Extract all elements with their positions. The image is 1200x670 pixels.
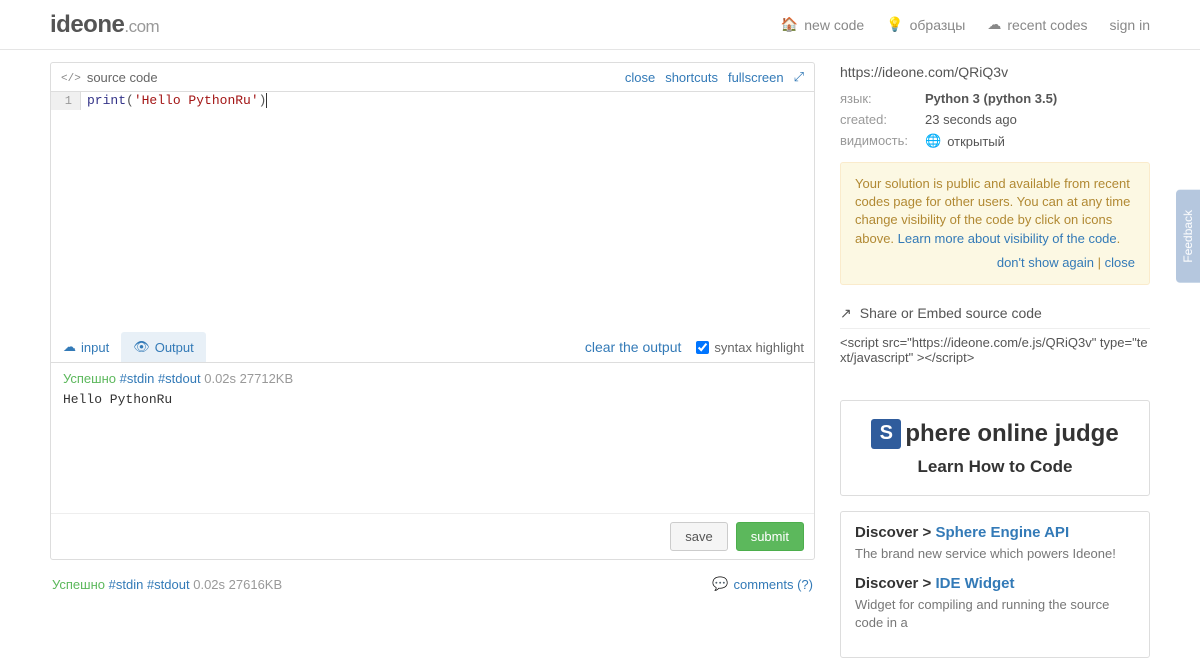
discover-text: The brand new service which powers Ideon…: [855, 545, 1135, 563]
comment-icon: 💬: [712, 576, 728, 592]
home-icon: 🏠: [781, 16, 798, 33]
stdout-link[interactable]: #stdout: [158, 371, 201, 386]
nav-label: образцы: [910, 17, 966, 33]
source-code-panel: source code close shortcuts fullscreen ⤢…: [50, 62, 815, 560]
learn-more-link[interactable]: Learn more about visibility of the code: [898, 231, 1117, 246]
stdin-link[interactable]: #stdin: [109, 577, 144, 592]
clear-output-link[interactable]: clear the output: [585, 339, 682, 355]
nav-label: sign in: [1110, 17, 1150, 33]
status-success: Успешно: [63, 371, 116, 386]
code-icon: [61, 69, 81, 85]
close-notice-link[interactable]: close: [1105, 255, 1135, 270]
status-success: Успешно: [52, 577, 105, 592]
status-meta: 0.02s 27712KB: [204, 371, 293, 386]
fullscreen-link[interactable]: fullscreen: [728, 70, 784, 85]
panel-title: source code: [87, 70, 158, 85]
meta-val-created: 23 seconds ago: [925, 112, 1017, 127]
summary-line: Успешно #stdin #stdout 0.02s 27616KB 💬 c…: [50, 572, 815, 596]
save-button[interactable]: save: [670, 522, 727, 551]
checkbox-label: syntax highlight: [714, 340, 804, 355]
globe-icon: 🌐: [925, 133, 941, 149]
spoj-s-icon: S: [871, 419, 901, 449]
meta-label-lang: язык:: [840, 91, 925, 106]
cloud-icon: ☁: [987, 16, 1001, 33]
nav: 🏠 new code 💡 образцы ☁ recent codes sign…: [781, 16, 1150, 33]
tab-label: input: [81, 340, 109, 355]
actions: save submit: [51, 513, 814, 559]
logo-main: ideone: [50, 11, 124, 38]
nav-new-code[interactable]: 🏠 new code: [781, 16, 864, 33]
stdout-link[interactable]: #stdout: [147, 577, 190, 592]
logo[interactable]: ideone.com: [50, 11, 159, 39]
meta-val-lang: Python 3 (python 3.5): [925, 91, 1057, 106]
tab-output[interactable]: 👁 Output: [121, 332, 206, 362]
output-text: Hello PythonRu: [63, 392, 802, 407]
cloud-icon: ☁: [63, 339, 76, 355]
share-title: Share or Embed source code: [860, 305, 1042, 321]
meta-label-visibility: видимость:: [840, 133, 925, 149]
share-icon: ↗: [840, 305, 852, 322]
status-meta: 0.02s 27616KB: [193, 577, 282, 592]
syntax-highlight-toggle[interactable]: syntax highlight: [696, 340, 804, 355]
line-number: 1: [51, 92, 81, 110]
discover-prefix: Discover >: [855, 575, 935, 592]
discover-link-widget[interactable]: IDE Widget: [935, 575, 1014, 592]
discover-text: Widget for compiling and running the sou…: [855, 596, 1135, 632]
output-body: Успешно #stdin #stdout 0.02s 27712KB Hel…: [51, 363, 814, 513]
logo-domain: .com: [124, 17, 159, 36]
discover-link-api[interactable]: Sphere Engine API: [935, 524, 1069, 541]
fullscreen-icon[interactable]: ⤢: [794, 69, 804, 85]
nav-recent[interactable]: ☁ recent codes: [987, 16, 1087, 33]
nav-label: recent codes: [1007, 17, 1087, 33]
nav-samples[interactable]: 💡 образцы: [886, 16, 965, 33]
bulb-icon: 💡: [886, 16, 903, 33]
feedback-tab[interactable]: Feedback: [1176, 190, 1200, 283]
shortcuts-link[interactable]: shortcuts: [665, 70, 718, 85]
promo[interactable]: S phere online judge Learn How to Code: [840, 400, 1150, 496]
tab-label: Output: [155, 340, 194, 355]
promo-logo-text: phere online judge: [905, 420, 1118, 448]
comments-link[interactable]: 💬 comments (?): [712, 576, 813, 592]
dont-show-link[interactable]: don't show again: [997, 255, 1094, 270]
visibility-notice: Your solution is public and available fr…: [840, 162, 1150, 285]
embed-code[interactable]: <script src="https://ideone.com/e.js/QRi…: [840, 335, 1150, 375]
code-content: print('Hello PythonRu'): [81, 92, 814, 110]
submit-button[interactable]: submit: [736, 522, 804, 551]
comments-label: comments (?): [734, 577, 813, 592]
syntax-checkbox[interactable]: [696, 341, 709, 354]
visibility-text: открытый: [947, 134, 1005, 149]
header: ideone.com 🏠 new code 💡 образцы ☁ recent…: [0, 0, 1200, 50]
discover-prefix: Discover >: [855, 524, 935, 541]
meta-val-visibility: 🌐 открытый: [925, 133, 1005, 149]
share-header: ↗ Share or Embed source code: [840, 305, 1150, 329]
stdin-link[interactable]: #stdin: [120, 371, 155, 386]
close-link[interactable]: close: [625, 70, 655, 85]
eye-icon: 👁: [133, 339, 150, 355]
code-editor[interactable]: 1 print('Hello PythonRu'): [51, 92, 814, 332]
discover-box: Discover > Sphere Engine API The brand n…: [840, 511, 1150, 658]
nav-label: new code: [804, 17, 864, 33]
nav-signin[interactable]: sign in: [1110, 17, 1150, 33]
share-url[interactable]: https://ideone.com/QRiQ3v: [840, 62, 1150, 88]
promo-subtitle: Learn How to Code: [853, 457, 1137, 477]
tab-input[interactable]: ☁ input: [51, 332, 121, 362]
tabs: ☁ input 👁 Output clear the output syntax…: [51, 332, 814, 363]
meta-label-created: created:: [840, 112, 925, 127]
